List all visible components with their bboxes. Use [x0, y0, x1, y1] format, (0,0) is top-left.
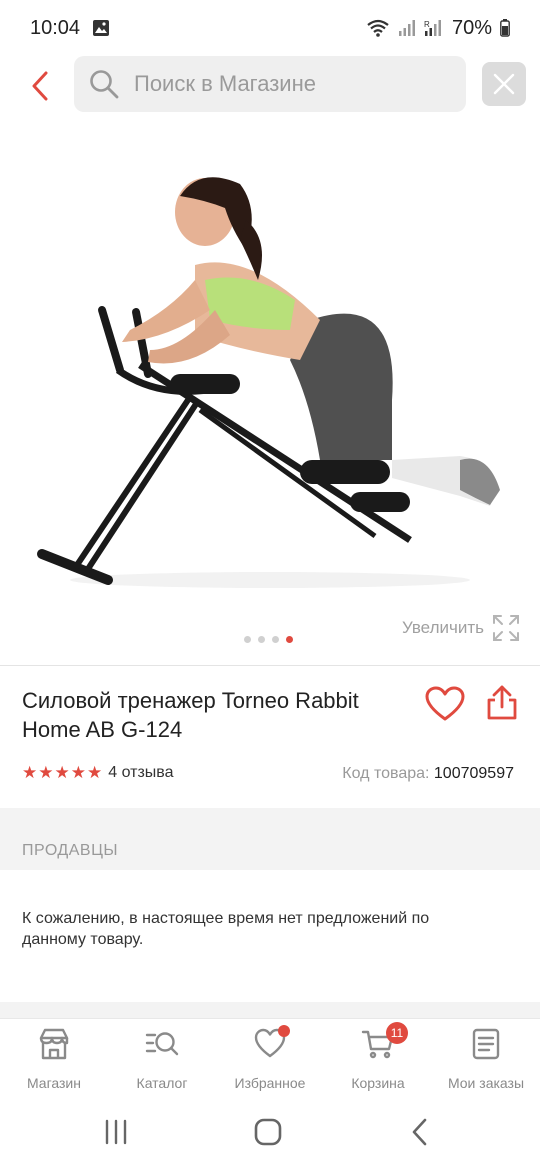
gallery-pagination: [244, 636, 293, 643]
sellers-section-header: ПРОДАВЦЫ: [0, 808, 540, 870]
nav-item-orders[interactable]: Мои заказы: [432, 1019, 540, 1096]
reviews-link[interactable]: 4 отзыва: [108, 764, 173, 782]
sellers-title: ПРОДАВЦЫ: [22, 842, 119, 859]
nav-label-cart: Корзина: [351, 1075, 405, 1091]
nav-label-catalog: Каталог: [136, 1075, 188, 1091]
recent-apps-button[interactable]: [96, 1114, 136, 1150]
favorites-notification-dot: [278, 1025, 290, 1037]
expand-icon: [493, 615, 519, 641]
zoom-label: Увеличить: [402, 618, 484, 637]
nav-label-orders: Мои заказы: [447, 1075, 525, 1091]
signal-roaming-icon: R: [424, 20, 441, 36]
star-icon: ★: [54, 763, 70, 782]
product-gallery[interactable]: Увеличить: [0, 120, 540, 665]
status-time: 10:04: [30, 16, 81, 39]
wifi-icon: [367, 19, 389, 37]
close-icon: [493, 73, 515, 95]
nav-label-favorites: Избранное: [234, 1075, 306, 1091]
add-to-favorites-button[interactable]: [425, 686, 465, 722]
gallery-dot[interactable]: [272, 636, 279, 643]
product-rating[interactable]: ★ ★ ★ ★ ★ 4 отзыва: [22, 764, 174, 782]
share-icon: [487, 685, 517, 720]
home-icon: [254, 1118, 282, 1146]
product-code-label: Код товара:: [342, 765, 430, 782]
nav-item-cart[interactable]: 11 Корзина: [324, 1019, 432, 1096]
nav-item-catalog[interactable]: Каталог: [108, 1019, 216, 1096]
rating-stars: ★ ★ ★ ★ ★: [22, 764, 102, 782]
battery-percent: 70%: [451, 16, 492, 39]
sellers-section: К сожалению, в настоящее время нет предл…: [0, 870, 540, 1002]
status-bar: 10:04 R 70%: [0, 0, 540, 56]
nav-item-favorites[interactable]: Избранное: [216, 1019, 324, 1096]
back-button[interactable]: [22, 64, 58, 108]
clear-search-button[interactable]: [482, 62, 526, 106]
product-title: Силовой тренажер Torneo Rabbit Home AB G…: [22, 688, 359, 742]
orders-icon: [472, 1028, 500, 1060]
back-arrow-icon: [32, 71, 48, 101]
section-separator: [0, 1002, 540, 1018]
divider: [0, 665, 540, 666]
share-button[interactable]: [485, 685, 519, 721]
signal-icon: [398, 20, 415, 36]
store-icon: [39, 1028, 69, 1060]
search-box[interactable]: [74, 56, 466, 112]
star-icon: ★: [70, 763, 86, 782]
gallery-notification-icon: [93, 20, 110, 36]
catalog-search-icon: [145, 1032, 179, 1056]
nav-item-store[interactable]: Магазин: [0, 1019, 108, 1096]
product-photo[interactable]: [20, 160, 520, 600]
back-icon: [412, 1118, 427, 1146]
heart-outline-icon: [425, 686, 465, 721]
product-code-value: 100709597: [433, 765, 514, 782]
star-icon: ★: [38, 763, 54, 782]
recent-apps-icon: [105, 1119, 127, 1145]
gallery-dot[interactable]: [244, 636, 251, 643]
gallery-dot[interactable]: [258, 636, 265, 643]
search-input[interactable]: [134, 71, 434, 97]
bottom-navigation: Магазин Каталог Избранное 11 Корзина Мои…: [0, 1018, 540, 1096]
star-icon: ★: [22, 763, 38, 782]
cart-count-badge: 11: [386, 1022, 408, 1044]
zoom-button[interactable]: Увеличить: [402, 614, 520, 642]
search-header: [0, 56, 540, 116]
nav-label-store: Магазин: [26, 1075, 81, 1091]
system-navigation-bar: [0, 1096, 540, 1170]
star-icon: ★: [87, 763, 103, 782]
no-offers-message: К сожалению, в настоящее время нет предл…: [22, 910, 430, 948]
search-icon: [90, 70, 119, 99]
system-back-button[interactable]: [400, 1114, 440, 1150]
battery-icon: [500, 19, 510, 37]
gallery-dot-active[interactable]: [286, 636, 293, 643]
svg-text:R: R: [424, 20, 430, 29]
home-button[interactable]: [248, 1114, 288, 1150]
product-code: Код товара: 100709597: [342, 765, 514, 783]
